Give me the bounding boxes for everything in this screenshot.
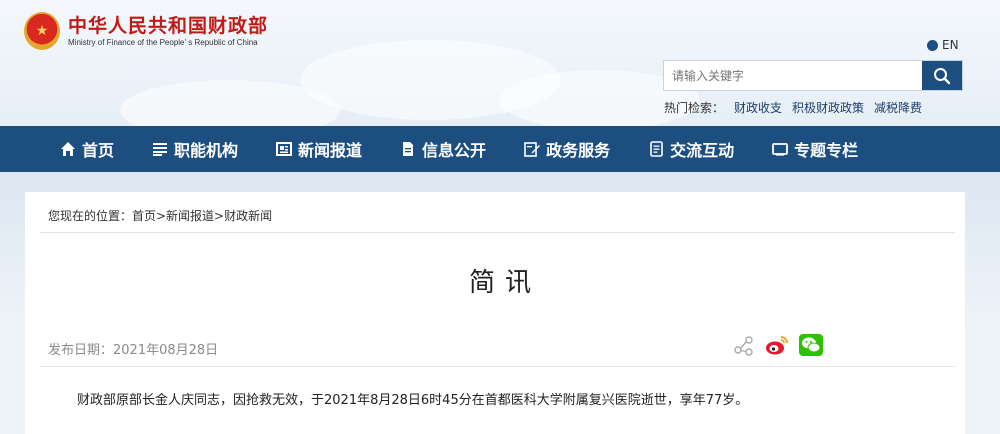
national-emblem-icon: ★ [24, 12, 60, 50]
document-icon [400, 141, 416, 157]
edit-icon [524, 141, 541, 157]
nav-item-home[interactable]: 首页 [60, 126, 114, 172]
language-switch[interactable]: EN [927, 38, 959, 52]
nav-item-label: 政务服务 [546, 141, 611, 160]
hot-link-tax-reduction[interactable]: 减税降费 [874, 99, 922, 116]
window-icon [772, 141, 788, 157]
divider [40, 232, 955, 233]
hot-search: 热门检索： 财政收支 积极财政政策 减税降费 [664, 99, 922, 116]
nav-item-news[interactable]: 新闻报道 [276, 126, 362, 172]
nav-item-info-disclosure[interactable]: 信息公开 [400, 126, 486, 172]
nav-item-interaction[interactable]: 交流互动 [648, 126, 734, 172]
search-input[interactable] [664, 61, 922, 90]
publish-date: 发布日期：2021年08月28日 [48, 343, 219, 358]
list-icon [152, 141, 168, 157]
hot-link-fiscal-revenue[interactable]: 财政收支 [734, 99, 782, 116]
nav-item-special-topics[interactable]: 专题专栏 [772, 126, 858, 172]
weibo-icon[interactable] [765, 334, 789, 360]
logo-english-name: Ministry of Finance of the People' s Rep… [68, 37, 258, 47]
nav-item-label: 专题专栏 [794, 141, 859, 160]
wechat-icon[interactable] [799, 334, 823, 360]
hot-search-label: 热门检索： [664, 101, 725, 115]
nav-item-label: 新闻报道 [298, 141, 363, 160]
newspaper-icon [276, 141, 293, 157]
hot-link-fiscal-policy[interactable]: 积极财政政策 [792, 99, 864, 116]
home-icon [60, 141, 76, 157]
breadcrumb[interactable]: 您现在的位置：首页>新闻报道>财政新闻 [48, 207, 272, 224]
language-label: EN [942, 38, 959, 52]
share-bar [733, 334, 823, 360]
nav-item-label: 信息公开 [422, 141, 487, 160]
article-body: 财政部原部长金人庆同志，因抢救无效，于2021年8月28日6时45分在首都医科大… [77, 393, 749, 408]
nav-item-functions[interactable]: 职能机构 [152, 126, 238, 172]
nav-item-services[interactable]: 政务服务 [524, 126, 610, 172]
share-icon[interactable] [733, 334, 755, 360]
logo-chinese-name: 中华人民共和国财政部 [68, 14, 269, 37]
site-logo[interactable]: ★ 中华人民共和国财政部 Ministry of Finance of the … [24, 12, 268, 50]
search-icon [934, 67, 951, 84]
search-button[interactable] [922, 61, 962, 90]
notes-icon [648, 141, 664, 157]
divider [40, 366, 955, 367]
article-title: 简讯 [468, 268, 541, 298]
nav-item-label: 首页 [82, 141, 115, 160]
nav-item-label: 交流互动 [670, 141, 735, 160]
main-nav: 首页 职能机构 新闻报道 信息公开 政务服务 交流互动 专题专栏 [0, 126, 1000, 172]
search-bar [663, 60, 963, 91]
globe-icon [927, 39, 938, 51]
nav-item-label: 职能机构 [174, 141, 239, 160]
